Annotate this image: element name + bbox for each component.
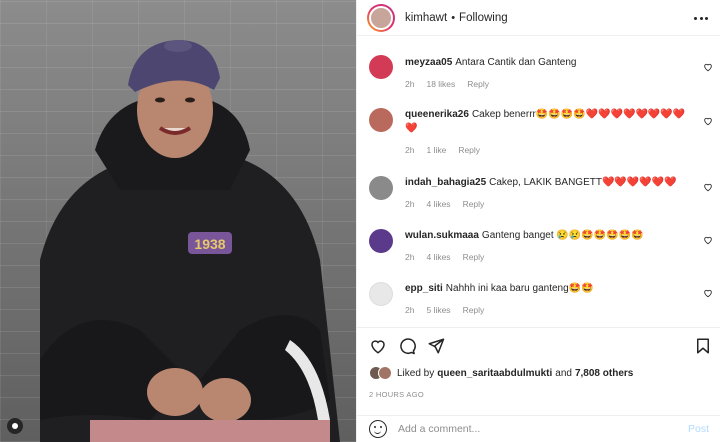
commenter-avatar[interactable] bbox=[369, 55, 393, 79]
reply-button[interactable]: Reply bbox=[463, 199, 485, 209]
comment-time[interactable]: 2h bbox=[405, 145, 414, 155]
post-details-panel: kimhawt • Following meyzaa05 Antara Canti… bbox=[356, 0, 720, 442]
commenter-username[interactable]: queenerika26 bbox=[405, 109, 469, 120]
reply-button[interactable]: Reply bbox=[467, 79, 489, 89]
post-header: kimhawt • Following bbox=[357, 0, 720, 36]
comment-text: Nahhh ini kaa baru ganteng🤩🤩 bbox=[445, 283, 594, 294]
reply-button[interactable]: Reply bbox=[458, 145, 480, 155]
reply-button[interactable]: Reply bbox=[463, 305, 485, 315]
commenter-avatar[interactable] bbox=[369, 108, 393, 132]
more-options-icon[interactable] bbox=[694, 10, 708, 26]
post-actions bbox=[357, 327, 720, 361]
comment-likes[interactable]: 4 likes bbox=[426, 199, 450, 209]
bookmark-icon[interactable] bbox=[694, 337, 712, 355]
comment-likes[interactable]: 18 likes bbox=[426, 79, 455, 89]
comment-text: Antara Cantik dan Ganteng bbox=[455, 57, 577, 68]
commenter-avatar[interactable] bbox=[369, 282, 393, 306]
liked-by-username[interactable]: queen_saritaabdulmukti bbox=[437, 368, 552, 379]
comment-heart-icon[interactable] bbox=[703, 182, 713, 192]
likes-summary: Liked by queen_saritaabdulmukti and 7,80… bbox=[369, 364, 633, 382]
svg-text:1938: 1938 bbox=[194, 236, 225, 252]
comment-item: queenerika26 Cakep benerrr🤩🤩🤩🤩❤️❤️❤️❤️❤️❤… bbox=[357, 102, 720, 170]
comment-heart-icon[interactable] bbox=[703, 62, 713, 72]
comment-heart-icon[interactable] bbox=[703, 288, 713, 298]
comment-heart-icon[interactable] bbox=[703, 116, 713, 126]
likes-others-count[interactable]: 7,808 others bbox=[575, 368, 633, 379]
comment-text: Cakep, LAKIK BANGETT❤️❤️❤️❤️❤️❤️ bbox=[489, 177, 677, 188]
commenter-username[interactable]: wulan.sukmaaa bbox=[405, 230, 479, 241]
comment-heart-icon[interactable] bbox=[703, 235, 713, 245]
reply-button[interactable]: Reply bbox=[463, 252, 485, 262]
post-timestamp[interactable]: 2 HOURS AGO bbox=[369, 390, 424, 399]
likes-and: and bbox=[555, 367, 572, 379]
author-username[interactable]: kimhawt bbox=[405, 12, 447, 24]
comment-item: indah_bahagia25 Cakep, LAKIK BANGETT❤️❤️❤… bbox=[357, 170, 720, 223]
comment-item: epp_siti Nahhh ini kaa baru ganteng🤩🤩 2h 5… bbox=[357, 276, 720, 326]
comment-time[interactable]: 2h bbox=[405, 252, 414, 262]
emoji-icon[interactable] bbox=[369, 420, 387, 438]
comment-time[interactable]: 2h bbox=[405, 79, 414, 89]
tag-icon[interactable] bbox=[7, 418, 23, 434]
commenter-avatar[interactable] bbox=[369, 229, 393, 253]
following-button[interactable]: Following bbox=[459, 12, 508, 24]
comment-likes[interactable]: 5 likes bbox=[426, 305, 450, 315]
commenter-username[interactable]: epp_siti bbox=[405, 283, 443, 294]
header-separator: • bbox=[451, 11, 456, 24]
likes-prefix: Liked by bbox=[397, 367, 435, 379]
comment-item: wulan.sukmaaa Ganteng banget 😢😢🤩🤩🤩🤩🤩 2h 4 … bbox=[357, 223, 720, 276]
post-button[interactable]: Post bbox=[688, 423, 709, 435]
comment-time[interactable]: 2h bbox=[405, 199, 414, 209]
commenter-username[interactable]: meyzaa05 bbox=[405, 57, 452, 68]
comment-time[interactable]: 2h bbox=[405, 305, 414, 315]
comment-input[interactable] bbox=[398, 423, 688, 435]
comment-item: meyzaa05 Antara Cantik dan Ganteng 2h 18 l… bbox=[357, 42, 720, 91]
heart-icon[interactable] bbox=[369, 337, 387, 355]
commenter-username[interactable]: indah_bahagia25 bbox=[405, 177, 486, 188]
comments-list: meyzaa05 Antara Cantik dan Ganteng 2h 18 l… bbox=[357, 42, 720, 326]
person-photo: 1938 bbox=[40, 40, 340, 442]
liker-avatar[interactable] bbox=[378, 366, 392, 380]
comment-likes[interactable]: 4 likes bbox=[426, 252, 450, 262]
comment-text: Ganteng banget 😢😢🤩🤩🤩🤩🤩 bbox=[481, 230, 644, 241]
commenter-avatar[interactable] bbox=[369, 176, 393, 200]
comment-likes[interactable]: 1 like bbox=[426, 145, 446, 155]
author-avatar[interactable] bbox=[367, 3, 395, 32]
share-icon[interactable] bbox=[427, 337, 445, 355]
comment-icon[interactable] bbox=[398, 337, 416, 355]
add-comment-bar: Post bbox=[357, 415, 720, 442]
post-image[interactable]: 1938 bbox=[0, 0, 356, 442]
